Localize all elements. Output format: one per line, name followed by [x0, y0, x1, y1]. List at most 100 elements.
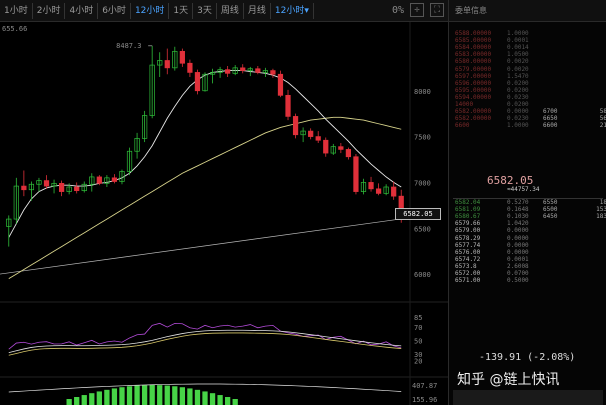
trendline: [0, 218, 401, 275]
macd-bar: [194, 389, 201, 405]
macd-bar: [96, 391, 102, 405]
timeframe-tab[interactable]: 1天: [169, 2, 194, 19]
macd-bar: [164, 385, 170, 405]
order-amount: 0.0230: [507, 93, 529, 101]
orderbook-row[interactable]: 6582.00000 0.0230 6650 56: [455, 115, 606, 123]
candle-body: [225, 69, 231, 74]
order-price: 6595.00000: [455, 86, 492, 94]
order-amount: 0.0200: [507, 79, 529, 87]
orderbook-row[interactable]: 14000 0.0200: [455, 101, 603, 108]
order-price: 6588.00000: [455, 30, 492, 37]
orderbook-row[interactable]: 6571.00 0.5000: [455, 277, 603, 284]
timeframe-tab[interactable]: 月线: [244, 2, 271, 19]
order-price: 6594.00000: [455, 93, 492, 101]
candle-body: [375, 188, 382, 194]
orderbook-row[interactable]: 6588.00000 1.0000: [455, 30, 603, 37]
orderbook-row[interactable]: 6579.00000 0.0020: [455, 66, 603, 73]
rsi-signal-line-2: [8, 332, 402, 356]
timeframe-tab[interactable]: 12小时: [131, 2, 170, 19]
orderbook-row[interactable]: 6581.09 0.1648 6500 153: [455, 206, 606, 214]
orderbook-row[interactable]: 6596.00000 0.0200: [455, 80, 603, 87]
timeframe-tab[interactable]: 周线: [217, 2, 244, 19]
timeframe-tabs: 1小时 2小时 4小时 6小时 12小时 1天 3天 周线 月线 12小时▾: [0, 2, 314, 19]
orderbook-row[interactable]: 6582.04 0.5270 6550 18: [455, 199, 606, 206]
orderbook-row[interactable]: 6572.00 0.0700: [455, 270, 603, 277]
timeframe-tab[interactable]: 12小时▾: [271, 2, 314, 19]
orderbook-row[interactable]: 6578.29 0.0000: [455, 235, 603, 242]
depth-price: 6700: [543, 108, 558, 116]
candle-body: [164, 60, 170, 69]
macd-tick-label: 155.96: [412, 396, 437, 404]
orderbook-row[interactable]: 6579.00 0.0000: [455, 227, 603, 234]
y-tick-label: 6500: [414, 225, 431, 233]
order-amount: 0.0020: [507, 65, 529, 73]
watermark-brand: 知乎 @链上快讯: [457, 372, 560, 388]
rsi-tick-label: 85: [414, 314, 422, 322]
orderbook-row[interactable]: 6580.00000 0.0020: [455, 58, 603, 65]
top-left-price-label: 655.66: [2, 25, 27, 33]
percent-toggle[interactable]: 0%: [392, 5, 404, 16]
fullscreen-icon[interactable]: ⛶: [430, 3, 444, 17]
depth-price: 6450: [543, 213, 558, 221]
candle-body: [323, 139, 329, 154]
timeframe-tab[interactable]: 6小时: [98, 2, 131, 19]
orderbook-row[interactable]: 6574.72 0.0001: [455, 256, 603, 263]
order-price: 6584.00000: [455, 44, 492, 52]
order-amount: 0.0020: [507, 58, 529, 66]
rsi-tick-label: 70: [414, 324, 422, 332]
order-price: 6572.00: [455, 270, 481, 277]
timeframe-tab[interactable]: 3天: [193, 2, 217, 19]
candle-body: [285, 94, 291, 117]
candle-body: [308, 130, 314, 137]
depth-volume: 58: [599, 108, 606, 116]
ma-short-line: [8, 70, 402, 238]
order-price: 6581.09: [455, 206, 481, 214]
mid-price-converted: ≈44757.34: [507, 186, 540, 193]
orderbook-row[interactable]: 6595.00000 0.0200: [455, 87, 603, 94]
ma-long-line: [8, 116, 402, 280]
orderbook-row[interactable]: 6600 1.0000 6600 21: [455, 122, 606, 130]
crosshair-icon[interactable]: ✛: [410, 3, 424, 17]
order-amount: 1.0000: [507, 122, 529, 130]
orderbook-row[interactable]: 6579.66 1.0420: [455, 220, 603, 227]
orderbook-row[interactable]: 6576.00 0.0000: [455, 249, 603, 256]
candle-body: [368, 182, 374, 190]
order-amount: 0.0000: [507, 108, 529, 116]
depth-volume: 21: [599, 122, 606, 130]
y-tick-label: 7000: [414, 179, 431, 187]
orderbook-row[interactable]: 6580.67 0.1030 6450 183: [455, 213, 606, 221]
order-price: 6585.00000: [455, 37, 492, 45]
orderbook-row[interactable]: 6573.8 2.6008: [455, 263, 603, 270]
candle-body: [315, 136, 321, 141]
depth-volume: 56: [599, 115, 606, 123]
order-price: 6576.00: [455, 248, 481, 256]
macd-bar: [172, 386, 178, 405]
timeframe-tab[interactable]: 1小时: [0, 2, 33, 19]
order-amount: 0.5270: [507, 199, 529, 206]
y-tick-label: 7500: [414, 134, 431, 142]
order-price: 6596.00000: [455, 79, 492, 87]
order-price: 6597.00000: [455, 72, 492, 80]
order-amount: 0.0000: [507, 248, 529, 256]
macd-bar: [141, 385, 148, 405]
orderbook-row[interactable]: 6577.74 0.0000: [455, 242, 603, 249]
order-amount: 0.0200: [507, 86, 529, 94]
candle-body: [255, 68, 261, 73]
timeframe-tab[interactable]: 4小时: [65, 2, 99, 19]
orderbook-row[interactable]: 6597.00000 1.5470: [455, 73, 603, 80]
orderbook-row[interactable]: 6584.00000 0.0014: [455, 44, 603, 51]
order-amount: 0.0000: [507, 241, 529, 249]
orderbook-row[interactable]: 6585.00000 0.0001: [455, 37, 603, 44]
order-price: 6582.00000: [455, 108, 492, 116]
candlestick-chart[interactable]: 80007500700065006000655.668487.385705030…: [0, 22, 448, 405]
orderbook-row[interactable]: 6594.00000 0.0230: [455, 94, 603, 101]
order-amount: 0.1030: [507, 213, 529, 221]
candle-body: [74, 186, 80, 192]
orderbook-row[interactable]: 6583.00000 1.0500: [455, 51, 603, 58]
timeframe-tab[interactable]: 2小时: [33, 2, 66, 19]
orderbook-row[interactable]: 6582.00000 0.0000 6700 58: [455, 108, 606, 116]
macd-bar: [89, 393, 95, 405]
order-price: 6579.66: [455, 220, 481, 228]
macd-bar: [157, 385, 163, 405]
order-amount: 0.0000: [507, 227, 529, 235]
